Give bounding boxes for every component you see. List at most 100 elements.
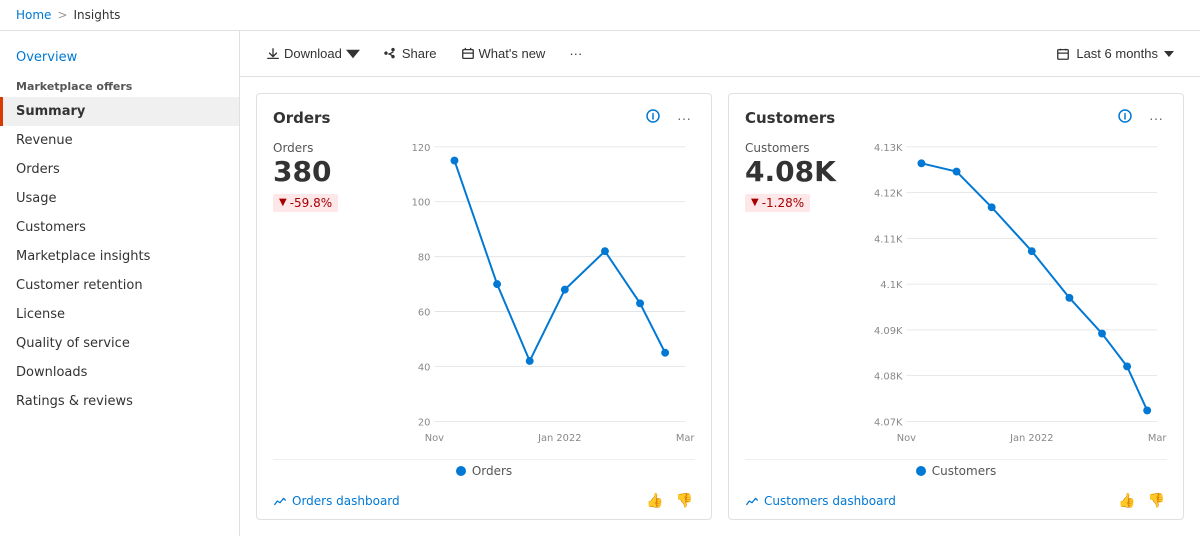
card-stat-change-orders: ▼ -59.8% bbox=[273, 194, 338, 212]
svg-text:4.08K: 4.08K bbox=[874, 372, 903, 383]
download-button[interactable]: Download bbox=[256, 41, 370, 66]
breadcrumb-home[interactable]: Home bbox=[16, 8, 51, 22]
trend-icon bbox=[273, 494, 287, 508]
line-chart-customers: 4.07K4.08K4.09K4.1K4.11K4.12K4.13KNovJan… bbox=[865, 137, 1167, 451]
sidebar-item-revenue[interactable]: Revenue bbox=[0, 126, 239, 155]
main-layout: Overview Marketplace offers SummaryReven… bbox=[0, 31, 1200, 536]
card-link-footer-orders: Orders dashboard 👍 👎 bbox=[257, 484, 711, 519]
card-header-orders: Orders ··· bbox=[257, 94, 711, 133]
period-label: Last 6 months bbox=[1076, 46, 1158, 61]
cards-area: Orders ··· Orders 380 ▼ -59.8% bbox=[240, 77, 1200, 536]
card-more-button-customers[interactable]: ··· bbox=[1145, 108, 1167, 128]
card-feedback-customers: 👍 👎 bbox=[1116, 490, 1167, 511]
sidebar-item-summary[interactable]: Summary bbox=[0, 97, 239, 126]
svg-text:40: 40 bbox=[418, 362, 431, 373]
svg-text:4.1K: 4.1K bbox=[880, 280, 903, 291]
share-icon bbox=[384, 47, 398, 61]
card-body-orders: Orders 380 ▼ -59.8% 20406080100120NovJan… bbox=[257, 133, 711, 459]
app-container: Home > Insights Overview Marketplace off… bbox=[0, 0, 1200, 536]
svg-text:4.09K: 4.09K bbox=[874, 326, 903, 337]
card-body-customers: Customers 4.08K ▼ -1.28% 4.07K4.08K4.09K… bbox=[729, 133, 1183, 459]
sidebar-item-license[interactable]: License bbox=[0, 300, 239, 329]
whats-new-button[interactable]: What's new bbox=[451, 41, 556, 66]
svg-text:4.12K: 4.12K bbox=[874, 189, 903, 200]
sidebar-item-marketplace-insights[interactable]: Marketplace insights bbox=[0, 242, 239, 271]
card-stat-label-customers: Customers bbox=[745, 141, 865, 155]
thumbs-down-button-customers[interactable]: 👎 bbox=[1146, 490, 1167, 511]
card-customers: Customers ··· Customers 4.08K ▼ -1.28% bbox=[728, 93, 1184, 520]
card-orders: Orders ··· Orders 380 ▼ -59.8% bbox=[256, 93, 712, 520]
toolbar: Download Share What's new bbox=[240, 31, 1200, 77]
legend-label-orders: Orders bbox=[472, 464, 512, 478]
download-icon bbox=[266, 47, 280, 61]
more-label: ··· bbox=[569, 46, 582, 61]
card-header-icons-customers: ··· bbox=[1113, 106, 1167, 129]
breadcrumb-sep: > bbox=[57, 8, 67, 22]
card-stat-value-customers: 4.08K bbox=[745, 157, 865, 188]
svg-text:Mar: Mar bbox=[1148, 433, 1168, 444]
period-selector-button[interactable]: Last 6 months bbox=[1046, 41, 1184, 66]
card-feedback-orders: 👍 👎 bbox=[644, 490, 695, 511]
more-button[interactable]: ··· bbox=[559, 41, 592, 66]
share-label: Share bbox=[402, 46, 437, 61]
chart-legend-customers: Customers bbox=[745, 459, 1167, 484]
card-link-footer-customers: Customers dashboard 👍 👎 bbox=[729, 484, 1183, 519]
card-title-orders: Orders bbox=[273, 109, 641, 127]
sidebar-item-overview[interactable]: Overview bbox=[0, 43, 239, 72]
card-more-button-orders[interactable]: ··· bbox=[673, 108, 695, 128]
card-stat-value-orders: 380 bbox=[273, 157, 393, 188]
calendar-icon bbox=[1056, 47, 1070, 61]
svg-text:Jan 2022: Jan 2022 bbox=[1009, 433, 1053, 444]
sidebar-section-label: Marketplace offers bbox=[0, 72, 239, 97]
svg-text:Jan 2022: Jan 2022 bbox=[537, 433, 581, 444]
breadcrumb-bar: Home > Insights bbox=[0, 0, 1200, 31]
card-title-customers: Customers bbox=[745, 109, 1113, 127]
card-dashboard-link-customers[interactable]: Customers dashboard bbox=[745, 494, 896, 508]
sidebar-item-customer-retention[interactable]: Customer retention bbox=[0, 271, 239, 300]
svg-text:60: 60 bbox=[418, 308, 431, 319]
svg-text:120: 120 bbox=[412, 143, 431, 154]
change-arrow-customers: ▼ bbox=[751, 197, 759, 208]
card-header-icons-orders: ··· bbox=[641, 106, 695, 129]
svg-text:4.11K: 4.11K bbox=[874, 234, 903, 245]
info-icon bbox=[645, 108, 661, 124]
sidebar-item-customers[interactable]: Customers bbox=[0, 213, 239, 242]
card-stat-label-orders: Orders bbox=[273, 141, 393, 155]
change-arrow-orders: ▼ bbox=[279, 197, 287, 208]
card-stat-orders: Orders 380 ▼ -59.8% bbox=[273, 133, 393, 451]
content-area: Download Share What's new bbox=[240, 31, 1200, 536]
sidebar-item-downloads[interactable]: Downloads bbox=[0, 358, 239, 387]
change-value-customers: -1.28% bbox=[762, 196, 804, 210]
svg-text:Nov: Nov bbox=[897, 433, 916, 444]
svg-text:Mar: Mar bbox=[676, 433, 696, 444]
svg-text:80: 80 bbox=[418, 253, 431, 264]
card-dashboard-link-orders[interactable]: Orders dashboard bbox=[273, 494, 400, 508]
card-header-customers: Customers ··· bbox=[729, 94, 1183, 133]
svg-text:100: 100 bbox=[412, 198, 431, 209]
download-chevron-icon bbox=[346, 47, 360, 61]
info-icon bbox=[1117, 108, 1133, 124]
sidebar-item-usage[interactable]: Usage bbox=[0, 184, 239, 213]
period-chevron-icon bbox=[1164, 51, 1174, 57]
thumbs-up-button-customers[interactable]: 👍 bbox=[1116, 490, 1137, 511]
thumbs-up-button-orders[interactable]: 👍 bbox=[644, 490, 665, 511]
sidebar-item-quality-of-service[interactable]: Quality of service bbox=[0, 329, 239, 358]
legend-label-customers: Customers bbox=[932, 464, 997, 478]
card-info-button-orders[interactable] bbox=[641, 106, 665, 129]
whats-new-label: What's new bbox=[479, 46, 546, 61]
share-button[interactable]: Share bbox=[374, 41, 447, 66]
change-value-orders: -59.8% bbox=[290, 196, 332, 210]
chart-area-customers: 4.07K4.08K4.09K4.1K4.11K4.12K4.13KNovJan… bbox=[865, 133, 1167, 451]
sidebar: Overview Marketplace offers SummaryReven… bbox=[0, 31, 240, 536]
thumbs-down-button-orders[interactable]: 👎 bbox=[674, 490, 695, 511]
sidebar-item-orders[interactable]: Orders bbox=[0, 155, 239, 184]
legend-dot-customers bbox=[916, 466, 926, 476]
trend-icon bbox=[745, 494, 759, 508]
svg-text:4.13K: 4.13K bbox=[874, 143, 903, 154]
card-info-button-customers[interactable] bbox=[1113, 106, 1137, 129]
sidebar-items: SummaryRevenueOrdersUsageCustomersMarket… bbox=[0, 97, 239, 416]
legend-dot-orders bbox=[456, 466, 466, 476]
breadcrumb-current: Insights bbox=[74, 8, 121, 22]
svg-text:20: 20 bbox=[418, 417, 431, 428]
sidebar-item-ratings-reviews[interactable]: Ratings & reviews bbox=[0, 387, 239, 416]
